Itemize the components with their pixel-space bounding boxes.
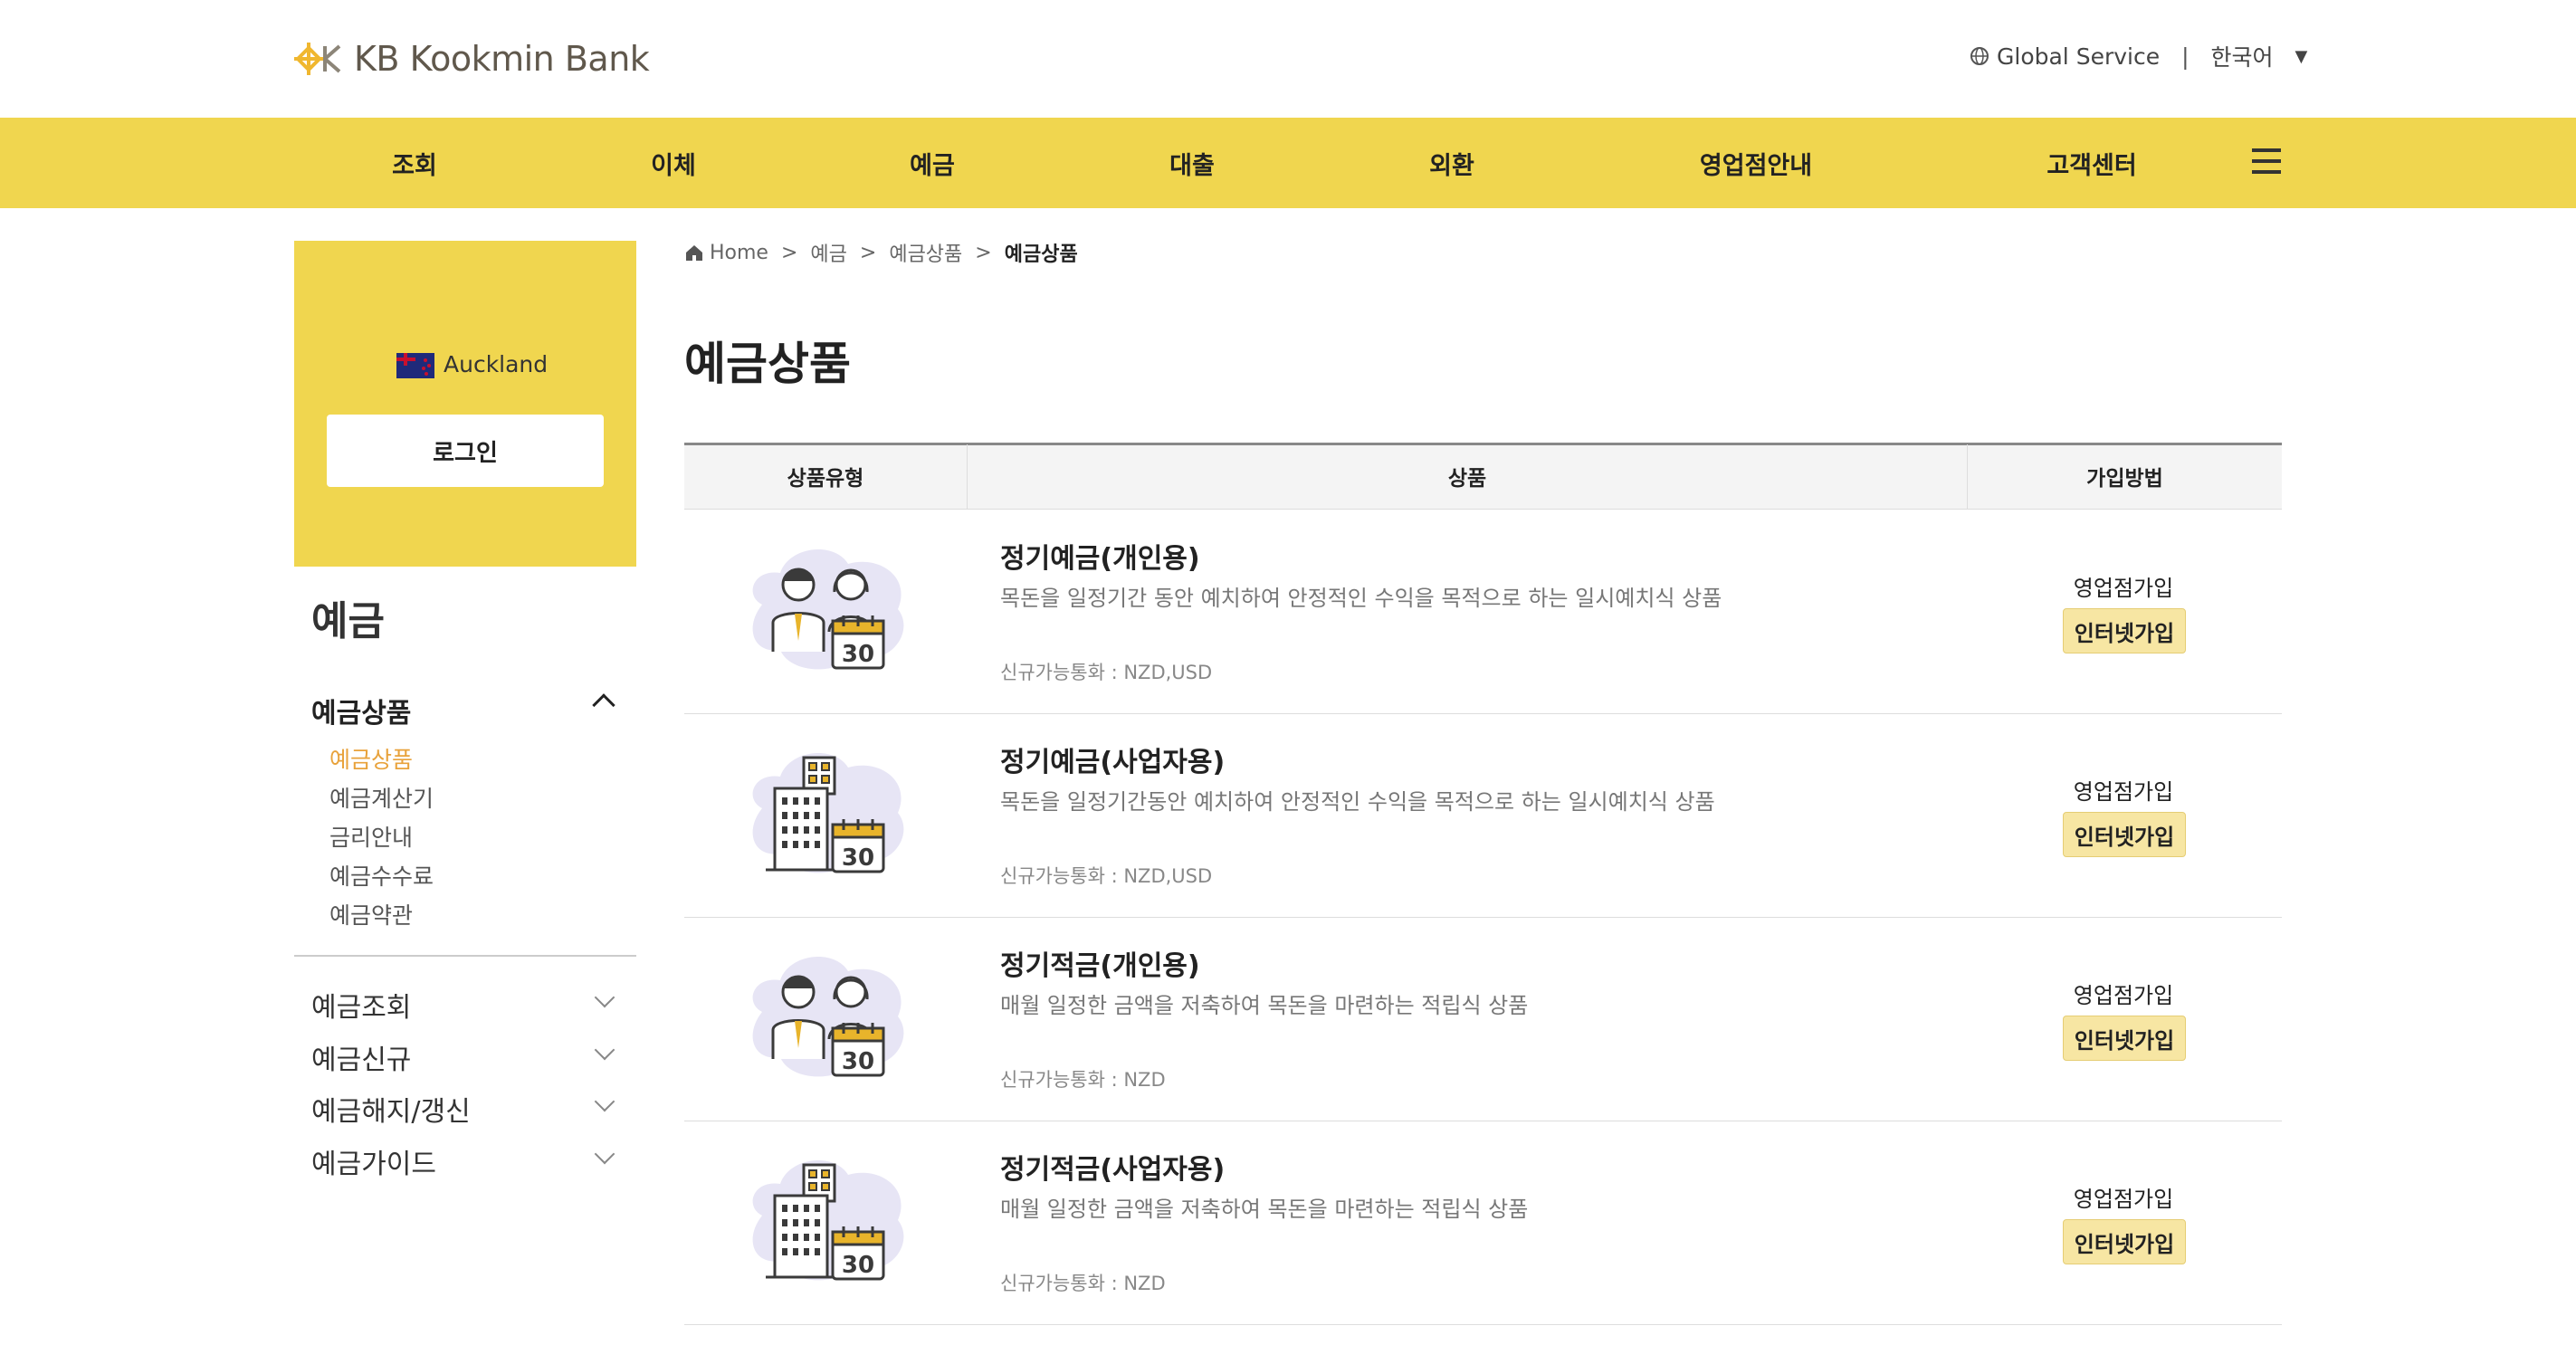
col-header-type: 상품유형 — [787, 467, 864, 491]
divider: | — [2181, 43, 2190, 70]
side-item-rates[interactable]: 금리안내 — [329, 820, 413, 853]
language-select[interactable]: 한국어 — [2211, 40, 2274, 72]
nav-item-loan[interactable]: 대출 — [1102, 118, 1283, 208]
internet-join-button[interactable]: 인터넷가입 — [2063, 608, 2186, 653]
breadcrumb-sep: > — [780, 241, 798, 264]
internet-join-button[interactable]: 인터넷가입 — [2063, 1219, 2186, 1264]
nav-item-support[interactable]: 고객센터 — [2001, 118, 2182, 208]
side-group-products[interactable]: 예금상품 — [311, 691, 411, 730]
side-section-title: 예금 — [311, 598, 385, 644]
breadcrumb-home[interactable]: Home — [710, 242, 768, 264]
internet-join-button[interactable]: 인터넷가입 — [2063, 1016, 2186, 1061]
product-name[interactable]: 정기적금(사업자용) — [1000, 1147, 1225, 1187]
breadcrumb-deposit[interactable]: 예금 — [810, 238, 846, 267]
chevron-up-icon[interactable] — [592, 693, 615, 717]
col-header-method: 가입방법 — [2086, 467, 2163, 491]
home-icon — [686, 245, 702, 261]
login-panel — [294, 241, 636, 567]
chevron-down-icon[interactable] — [594, 987, 615, 1008]
calendar-number: 30 — [842, 844, 874, 872]
calendar-number: 30 — [842, 1048, 874, 1075]
people-calendar-icon: 30 — [735, 541, 916, 677]
product-currency: 신규가능통화 : NZD,USD — [1000, 662, 1213, 683]
nav-item-inquiry[interactable]: 조회 — [324, 118, 505, 208]
branch-join-label: 영업점가입 — [2073, 1187, 2174, 1212]
product-desc: 목돈을 일정기간 동안 예치하여 안정적인 수익을 목적으로 하는 일시예치식 … — [1000, 586, 1722, 611]
product-desc: 매월 일정한 금액을 저축하여 목돈을 마련하는 적립식 상품 — [1000, 1197, 1529, 1222]
row-divider — [684, 1324, 2282, 1325]
branch-join-label: 영업점가입 — [2073, 576, 2174, 601]
side-group-inquiry[interactable]: 예금조회 — [311, 985, 411, 1025]
breadcrumb-sep: > — [975, 241, 992, 264]
row-divider — [684, 917, 2282, 918]
branch-join-label: 영업점가입 — [2073, 983, 2174, 1008]
branch-city: Auckland — [444, 351, 549, 377]
product-desc: 매월 일정한 금액을 저축하여 목돈을 마련하는 적립식 상품 — [1000, 993, 1529, 1018]
col-header-product: 상품 — [1447, 467, 1487, 491]
side-item-products[interactable]: 예금상품 — [329, 742, 413, 775]
breadcrumb-current: 예금상품 — [1004, 243, 1078, 266]
product-currency: 신규가능통화 : NZD — [1000, 1273, 1166, 1294]
building-calendar-icon: 30 — [735, 745, 916, 881]
breadcrumb: Home > 예금 > 예금상품 > 예금상품 — [684, 239, 1078, 266]
row-divider — [684, 713, 2282, 714]
nz-flag-icon — [396, 353, 434, 378]
calendar-number: 30 — [842, 1252, 874, 1279]
chevron-down-icon[interactable] — [594, 1091, 615, 1112]
product-name[interactable]: 정기예금(사업자용) — [1000, 739, 1225, 779]
product-name[interactable]: 정기예금(개인용) — [1000, 536, 1200, 576]
global-service-link[interactable]: Global Service — [1997, 43, 2160, 70]
kb-star-icon — [294, 43, 341, 75]
caret-down-icon[interactable]: ▼ — [2295, 47, 2308, 66]
nav-item-transfer[interactable]: 이체 — [583, 118, 764, 208]
product-currency: 신규가능통화 : NZD,USD — [1000, 865, 1213, 887]
menu-icon[interactable] — [2252, 148, 2281, 174]
kb-logo[interactable]: KB Kookmin Bank — [292, 36, 650, 81]
side-group-guide[interactable]: 예금가이드 — [311, 1141, 436, 1181]
side-group-new[interactable]: 예금신규 — [311, 1037, 411, 1077]
people-calendar-icon: 30 — [735, 949, 916, 1084]
nav-item-branch[interactable]: 영업점안내 — [1665, 118, 1846, 208]
product-desc: 목돈을 일정기간동안 예치하여 안정적인 수익을 목적으로 하는 일시예치식 상… — [1000, 789, 1715, 815]
nav-item-deposit[interactable]: 예금 — [842, 118, 1023, 208]
calendar-number: 30 — [842, 641, 874, 668]
side-item-terms[interactable]: 예금약관 — [329, 898, 413, 930]
brand-name: KB Kookmin Bank — [354, 39, 650, 79]
chevron-down-icon[interactable] — [594, 1143, 615, 1165]
branch-join-label: 영업점가입 — [2073, 779, 2174, 805]
nav-item-fx[interactable]: 외환 — [1361, 118, 1542, 208]
chevron-down-icon[interactable] — [594, 1039, 615, 1061]
breadcrumb-products[interactable]: 예금상품 — [889, 238, 962, 267]
product-currency: 신규가능통화 : NZD — [1000, 1069, 1166, 1091]
login-button[interactable]: 로그인 — [327, 415, 604, 487]
internet-join-button[interactable]: 인터넷가입 — [2063, 812, 2186, 857]
top-utility: Global Service | 한국어 ▼ — [1970, 38, 2307, 74]
side-item-fees[interactable]: 예금수수료 — [329, 859, 434, 892]
globe-icon — [1970, 47, 1989, 65]
building-calendar-icon: 30 — [735, 1152, 916, 1288]
product-name[interactable]: 정기적금(개인용) — [1000, 943, 1200, 983]
side-item-calculator[interactable]: 예금계산기 — [329, 781, 434, 814]
side-divider — [294, 955, 636, 957]
side-group-cancel[interactable]: 예금해지/갱신 — [311, 1089, 471, 1129]
breadcrumb-sep: > — [859, 241, 877, 264]
page-title: 예금상품 — [684, 338, 851, 390]
